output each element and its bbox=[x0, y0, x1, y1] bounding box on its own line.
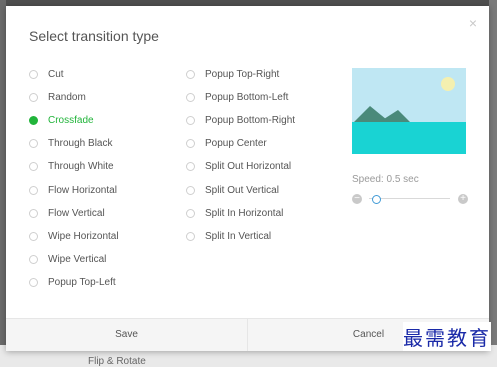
transition-option[interactable]: Split In Vertical bbox=[186, 229, 271, 243]
save-button[interactable]: Save bbox=[6, 319, 247, 351]
speed-label: Speed: 0.5 sec bbox=[352, 174, 419, 185]
radio-button[interactable] bbox=[29, 92, 38, 102]
speed-slider[interactable]: − + bbox=[352, 192, 468, 206]
transition-option[interactable]: Popup Bottom-Left bbox=[186, 90, 288, 104]
transition-option-label: Popup Bottom-Left bbox=[205, 91, 289, 103]
transition-option[interactable]: Popup Top-Left bbox=[29, 276, 116, 290]
radio-button[interactable] bbox=[186, 69, 195, 79]
radio-button[interactable] bbox=[186, 162, 195, 172]
transition-option-label: Through White bbox=[48, 161, 114, 173]
transition-option[interactable]: Wipe Horizontal bbox=[29, 229, 119, 243]
transition-option[interactable]: Wipe Vertical bbox=[29, 253, 106, 267]
transition-option[interactable]: Split Out Horizontal bbox=[186, 160, 291, 174]
transition-option-label: Wipe Vertical bbox=[48, 254, 107, 266]
radio-button[interactable] bbox=[186, 115, 195, 125]
minus-icon[interactable]: − bbox=[352, 194, 362, 204]
radio-button[interactable] bbox=[186, 231, 195, 241]
transition-option-label: Popup Top-Right bbox=[205, 68, 280, 80]
radio-button[interactable] bbox=[29, 255, 38, 265]
radio-button[interactable] bbox=[29, 208, 38, 218]
transition-option[interactable]: Split In Horizontal bbox=[186, 206, 283, 220]
transition-option[interactable]: Popup Center bbox=[186, 137, 267, 151]
radio-button[interactable] bbox=[29, 185, 38, 195]
transition-option-label: Popup Bottom-Right bbox=[205, 114, 296, 126]
transition-option-label: Split In Horizontal bbox=[205, 207, 284, 219]
slider-knob[interactable] bbox=[372, 195, 381, 204]
radio-button[interactable] bbox=[29, 115, 38, 125]
radio-button[interactable] bbox=[29, 139, 38, 149]
transition-option[interactable]: Split Out Vertical bbox=[186, 183, 279, 197]
transition-option-label: Split Out Horizontal bbox=[205, 161, 292, 173]
transition-option-label: Random bbox=[48, 91, 86, 103]
radio-button[interactable] bbox=[186, 139, 195, 149]
radio-button[interactable] bbox=[29, 162, 38, 172]
slider-track[interactable] bbox=[369, 198, 450, 199]
transition-option-label: Wipe Horizontal bbox=[48, 230, 119, 242]
radio-button[interactable] bbox=[186, 92, 195, 102]
radio-button[interactable] bbox=[186, 185, 195, 195]
radio-button[interactable] bbox=[186, 208, 195, 218]
radio-button[interactable] bbox=[29, 231, 38, 241]
transition-option-label: Popup Center bbox=[205, 138, 267, 150]
transition-option[interactable]: Flow Vertical bbox=[29, 206, 105, 220]
radio-button[interactable] bbox=[29, 69, 38, 79]
transition-option-label: Through Black bbox=[48, 138, 113, 150]
transition-option[interactable]: Crossfade bbox=[29, 113, 94, 127]
transition-option[interactable]: Popup Top-Right bbox=[186, 67, 279, 81]
transition-option-label: Split Out Vertical bbox=[205, 184, 279, 196]
transition-option-label: Popup Top-Left bbox=[48, 277, 116, 289]
background-right-panel bbox=[489, 0, 497, 367]
transition-option[interactable]: Cut bbox=[29, 67, 64, 81]
transition-option-label: Flow Horizontal bbox=[48, 184, 117, 196]
transition-preview-image bbox=[352, 68, 466, 154]
transition-option[interactable]: Popup Bottom-Right bbox=[186, 113, 295, 127]
close-icon[interactable]: × bbox=[469, 16, 477, 30]
transition-option-label: Split In Vertical bbox=[205, 230, 272, 242]
transition-option[interactable]: Through White bbox=[29, 160, 114, 174]
transition-option-label: Cut bbox=[48, 68, 64, 80]
watermark-logo: 最需教育 bbox=[403, 322, 491, 351]
transition-option-label: Crossfade bbox=[48, 114, 94, 126]
transition-dialog: Select transition type × Cut Random Crossf… bbox=[6, 6, 489, 351]
dialog-title: Select transition type bbox=[29, 28, 159, 44]
plus-icon[interactable]: + bbox=[458, 194, 468, 204]
transition-option[interactable]: Flow Horizontal bbox=[29, 183, 117, 197]
transition-option[interactable]: Random bbox=[29, 90, 86, 104]
radio-button[interactable] bbox=[29, 278, 38, 288]
transition-option-label: Flow Vertical bbox=[48, 207, 105, 219]
landscape-preview-icon bbox=[352, 68, 466, 154]
background-bottom-label: Flip & Rotate bbox=[88, 356, 146, 367]
transition-option[interactable]: Through Black bbox=[29, 137, 112, 151]
